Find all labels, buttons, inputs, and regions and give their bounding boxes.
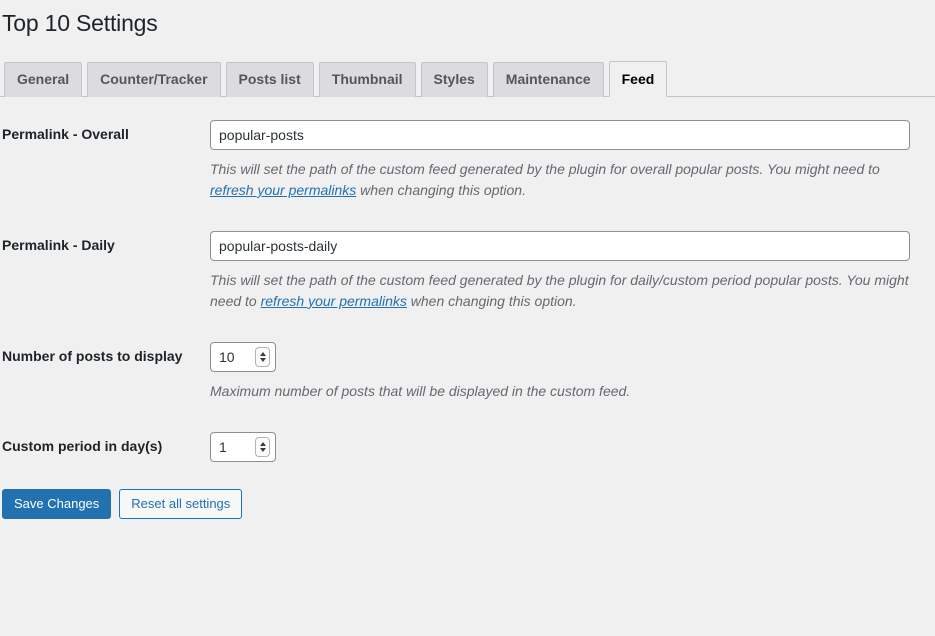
spinner-down-arrow-icon[interactable] [260,448,266,452]
description-text-after: when changing this option. [407,293,577,309]
number-of-posts-description: Maximum number of posts that will be dis… [210,381,912,402]
custom-period-stepper [210,432,276,462]
number-of-posts-spinner[interactable] [255,347,270,367]
spinner-up-arrow-icon[interactable] [260,442,266,446]
custom-period-spinner[interactable] [255,437,270,457]
label-number-of-posts: Number of posts to display [0,327,210,417]
refresh-permalinks-link[interactable]: refresh your permalinks [210,182,356,198]
spinner-up-arrow-icon[interactable] [260,352,266,356]
page-title: Top 10 Settings [0,0,935,39]
tab-bar: General Counter/Tracker Posts list Thumb… [0,61,935,97]
label-permalink-overall: Permalink - Overall [0,105,210,216]
field-custom-period [210,417,935,477]
spinner-down-arrow-icon[interactable] [260,358,266,362]
label-permalink-daily: Permalink - Daily [0,216,210,327]
tab-styles[interactable]: Styles [421,62,488,97]
description-text-before: This will set the path of the custom fee… [210,161,880,177]
tab-maintenance[interactable]: Maintenance [493,62,604,97]
number-of-posts-stepper [210,342,276,372]
permalink-overall-input[interactable] [210,120,910,150]
field-permalink-overall: This will set the path of the custom fee… [210,105,935,216]
settings-page: Top 10 Settings General Counter/Tracker … [0,0,935,636]
tab-counter-tracker[interactable]: Counter/Tracker [87,62,220,97]
tab-posts-list[interactable]: Posts list [226,62,314,97]
label-custom-period: Custom period in day(s) [0,417,210,477]
refresh-permalinks-link[interactable]: refresh your permalinks [261,293,407,309]
field-number-of-posts: Maximum number of posts that will be dis… [210,327,935,417]
save-changes-button[interactable]: Save Changes [2,489,111,519]
description-text-after: when changing this option. [356,182,526,198]
permalink-overall-description: This will set the path of the custom fee… [210,159,912,201]
settings-form-table: Permalink - Overall This will set the pa… [0,105,935,477]
tab-list: General Counter/Tracker Posts list Thumb… [4,61,935,97]
form-row-permalink-overall: Permalink - Overall This will set the pa… [0,105,935,216]
permalink-daily-input[interactable] [210,231,910,261]
tab-general[interactable]: General [4,62,82,97]
submit-row: Save Changes Reset all settings [0,489,935,519]
form-row-custom-period: Custom period in day(s) [0,417,935,477]
permalink-daily-description: This will set the path of the custom fee… [210,270,912,312]
field-permalink-daily: This will set the path of the custom fee… [210,216,935,327]
form-row-permalink-daily: Permalink - Daily This will set the path… [0,216,935,327]
reset-all-settings-button[interactable]: Reset all settings [119,489,242,519]
tab-feed[interactable]: Feed [609,61,668,97]
tab-thumbnail[interactable]: Thumbnail [319,62,416,97]
form-row-number-of-posts: Number of posts to display Maximum numbe… [0,327,935,417]
